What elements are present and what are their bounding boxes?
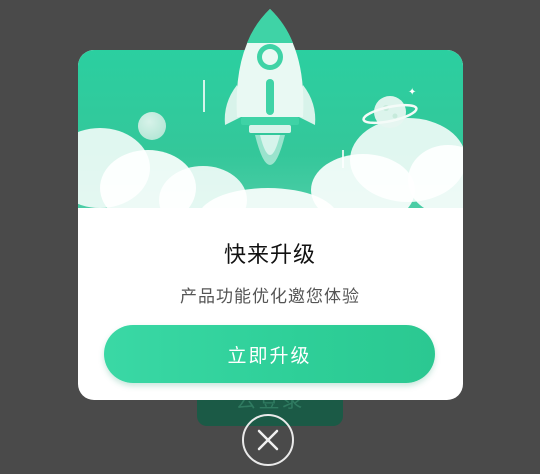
rocket-icon xyxy=(224,9,316,165)
planet-icon: ✦ xyxy=(362,87,418,128)
svg-text:✦: ✦ xyxy=(408,87,416,98)
dialog-title: 快来升级 xyxy=(223,243,316,268)
close-button[interactable] xyxy=(242,414,294,466)
upgrade-now-button[interactable]: 立即升级 xyxy=(104,325,435,383)
screen: 去登录 ✦ 快来升级 产品功能优化邀您体验 立即升级 xyxy=(0,0,540,474)
dialog-subtitle: 产品功能优化邀您体验 xyxy=(180,287,360,307)
close-icon xyxy=(257,429,279,451)
moon-icon xyxy=(138,112,166,140)
